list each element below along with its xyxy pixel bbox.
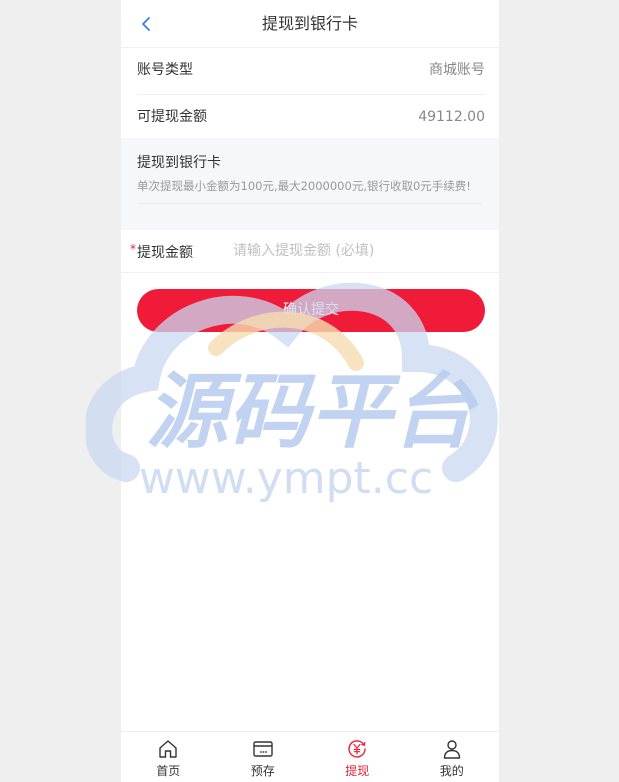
- withdraw-info-block: 提现到银行卡 单次提现最小金额为100元,最大2000000元,银行收取0元手续…: [121, 138, 499, 230]
- available-amount-row: 可提现金额 49112.00: [137, 94, 485, 140]
- confirm-submit-button[interactable]: 确认提交: [137, 289, 485, 332]
- tab-mine-label: 我的: [439, 764, 464, 778]
- nav-header: 提现到银行卡: [121, 0, 499, 48]
- available-amount-label: 可提现金额: [137, 109, 207, 125]
- withdraw-icon: [348, 740, 366, 758]
- home-icon: [159, 740, 177, 758]
- divider: [137, 203, 481, 204]
- withdraw-amount-label: 提现金额: [137, 245, 193, 261]
- tab-mine[interactable]: 我的: [405, 732, 500, 782]
- tab-withdraw-label: 提现: [345, 764, 370, 778]
- info-title: 提现到银行卡: [137, 155, 221, 171]
- account-type-label: 账号类型: [137, 62, 193, 78]
- user-icon: [443, 740, 460, 759]
- card-icon: [252, 741, 273, 757]
- bottom-tab-bar: 首页 预存 提现 我的: [121, 731, 499, 782]
- available-amount-value: 49112.00: [418, 109, 485, 125]
- page-title: 提现到银行卡: [261, 14, 358, 33]
- tab-withdraw[interactable]: 提现: [310, 732, 405, 782]
- tab-home[interactable]: 首页: [121, 732, 216, 782]
- tab-deposit[interactable]: 预存: [216, 732, 311, 782]
- account-type-row: 账号类型 商城账号: [137, 47, 485, 93]
- required-mark: *: [130, 242, 136, 256]
- tab-home-label: 首页: [156, 764, 181, 778]
- app-screen: 提现到银行卡 账号类型 商城账号 可提现金额 49112.00 提现到银行卡 单…: [121, 0, 499, 782]
- withdraw-rules-note: 单次提现最小金额为100元,最大2000000元,银行收取0元手续费!: [137, 179, 471, 193]
- withdraw-amount-row: * 提现金额: [121, 230, 499, 273]
- withdraw-amount-input[interactable]: [233, 238, 483, 264]
- account-type-value: 商城账号: [429, 62, 485, 78]
- tab-deposit-label: 预存: [250, 764, 275, 778]
